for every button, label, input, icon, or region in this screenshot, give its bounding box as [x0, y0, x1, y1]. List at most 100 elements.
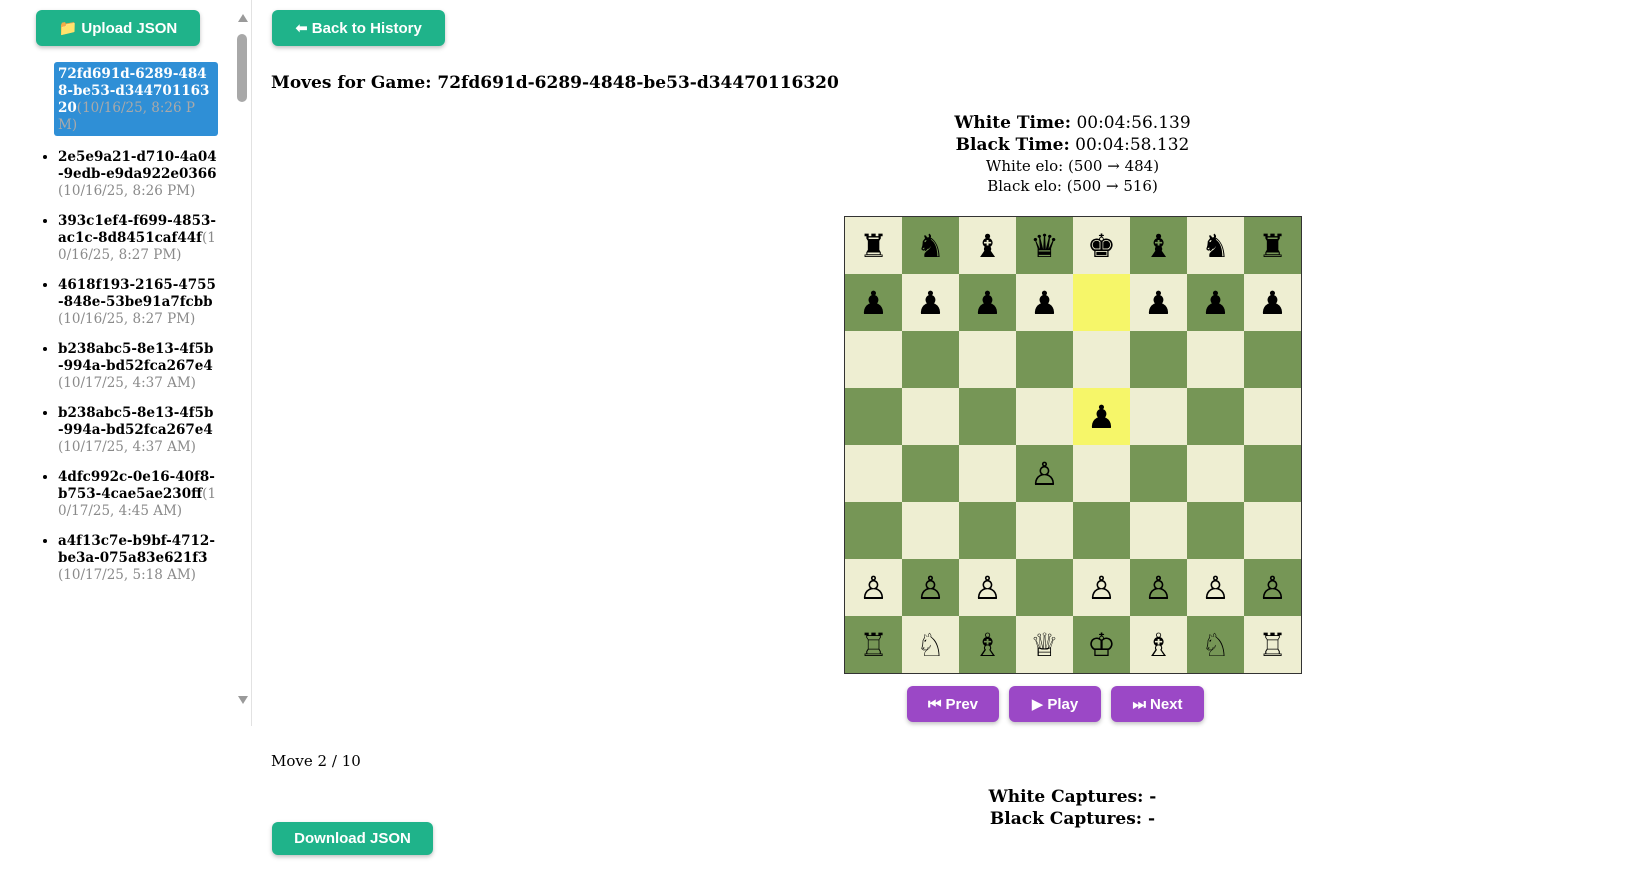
- white-bishop-icon[interactable]: ♗: [1144, 629, 1173, 661]
- black-pawn-icon[interactable]: ♟: [1258, 287, 1287, 319]
- upload-json-button[interactable]: 📁 Upload JSON: [36, 10, 200, 46]
- board-square[interactable]: ♟: [1244, 274, 1301, 331]
- board-square[interactable]: [1016, 559, 1073, 616]
- board-square[interactable]: [902, 502, 959, 559]
- back-to-history-button[interactable]: ⬅ Back to History: [272, 10, 445, 46]
- board-square[interactable]: [1130, 502, 1187, 559]
- white-bishop-icon[interactable]: ♗: [973, 629, 1002, 661]
- black-bishop-icon[interactable]: ♝: [1144, 230, 1173, 262]
- black-king-icon[interactable]: ♚: [1087, 230, 1116, 262]
- white-pawn-icon[interactable]: ♙: [1201, 572, 1230, 604]
- white-pawn-icon[interactable]: ♙: [1144, 572, 1173, 604]
- white-pawn-icon[interactable]: ♙: [1087, 572, 1116, 604]
- board-square[interactable]: [1130, 388, 1187, 445]
- board-square[interactable]: [902, 388, 959, 445]
- board-square[interactable]: ♙: [1130, 559, 1187, 616]
- board-square[interactable]: [1187, 388, 1244, 445]
- white-queen-icon[interactable]: ♕: [1030, 629, 1059, 661]
- board-square[interactable]: ♟: [902, 274, 959, 331]
- board-square[interactable]: ♟: [845, 274, 902, 331]
- white-pawn-icon[interactable]: ♙: [916, 572, 945, 604]
- board-square[interactable]: [1073, 445, 1130, 502]
- board-square[interactable]: ♞: [902, 217, 959, 274]
- scroll-thumb[interactable]: [237, 34, 247, 102]
- board-square[interactable]: ♙: [1016, 445, 1073, 502]
- board-square[interactable]: ♘: [902, 616, 959, 673]
- black-pawn-icon[interactable]: ♟: [1087, 401, 1116, 433]
- board-square[interactable]: ♝: [959, 217, 1016, 274]
- board-square[interactable]: [1244, 388, 1301, 445]
- board-square[interactable]: [845, 331, 902, 388]
- black-knight-icon[interactable]: ♞: [1201, 230, 1230, 262]
- next-button[interactable]: ⏭ Next: [1111, 686, 1204, 722]
- black-rook-icon[interactable]: ♜: [1258, 230, 1287, 262]
- board-square[interactable]: [1244, 331, 1301, 388]
- black-bishop-icon[interactable]: ♝: [973, 230, 1002, 262]
- board-square[interactable]: [1073, 274, 1130, 331]
- chess-board[interactable]: ♜ ♞ ♝ ♛ ♚ ♝ ♞ ♜ ♟ ♟ ♟ ♟ ♟ ♟ ♟ ♟ ♙ ♙ ♙ ♙ ♙ ♙ ♙ ♙ ♖ ♘ ♗ ♕ ♔ ♗ ♘ ♖: [844, 216, 1302, 674]
- black-pawn-icon[interactable]: ♟: [859, 287, 888, 319]
- board-square[interactable]: ♜: [845, 217, 902, 274]
- board-square[interactable]: ♟: [1187, 274, 1244, 331]
- board-square[interactable]: ♙: [1187, 559, 1244, 616]
- black-pawn-icon[interactable]: ♟: [973, 287, 1002, 319]
- board-square[interactable]: ♗: [1130, 616, 1187, 673]
- board-square[interactable]: [1244, 502, 1301, 559]
- board-square[interactable]: ♜: [1244, 217, 1301, 274]
- black-pawn-icon[interactable]: ♟: [1201, 287, 1230, 319]
- white-king-icon[interactable]: ♔: [1087, 629, 1116, 661]
- board-square[interactable]: ♙: [1073, 559, 1130, 616]
- board-square[interactable]: ♚: [1073, 217, 1130, 274]
- board-square[interactable]: [959, 445, 1016, 502]
- white-pawn-icon[interactable]: ♙: [973, 572, 1002, 604]
- black-queen-icon[interactable]: ♛: [1030, 230, 1059, 262]
- game-list-item[interactable]: 4618f193-2165-4755-848e-53be91a7fcbb(10/…: [58, 277, 218, 328]
- board-square[interactable]: [1073, 502, 1130, 559]
- board-square[interactable]: [1016, 502, 1073, 559]
- scrollbar[interactable]: [235, 12, 251, 714]
- play-button[interactable]: ▶ Play: [1009, 686, 1101, 722]
- board-square[interactable]: ♙: [1244, 559, 1301, 616]
- black-pawn-icon[interactable]: ♟: [1030, 287, 1059, 319]
- black-pawn-icon[interactable]: ♟: [916, 287, 945, 319]
- scroll-down-arrow-icon[interactable]: [238, 696, 248, 704]
- white-pawn-icon[interactable]: ♙: [1030, 458, 1059, 490]
- black-knight-icon[interactable]: ♞: [916, 230, 945, 262]
- game-list-item[interactable]: 2e5e9a21-d710-4a04-9edb-e9da922e0366(10/…: [58, 149, 218, 200]
- board-square[interactable]: ♟: [959, 274, 1016, 331]
- prev-button[interactable]: ⏮ Prev: [907, 686, 999, 722]
- game-list-item[interactable]: 72fd691d-6289-4848-be53-d34470116320(10/…: [54, 62, 218, 136]
- white-rook-icon[interactable]: ♖: [1258, 629, 1287, 661]
- white-pawn-icon[interactable]: ♙: [859, 572, 888, 604]
- board-square[interactable]: ♙: [902, 559, 959, 616]
- board-square[interactable]: [845, 388, 902, 445]
- white-knight-icon[interactable]: ♘: [1201, 629, 1230, 661]
- board-square[interactable]: [845, 502, 902, 559]
- board-square[interactable]: ♕: [1016, 616, 1073, 673]
- board-square[interactable]: [902, 445, 959, 502]
- board-square[interactable]: [1187, 445, 1244, 502]
- game-list-item[interactable]: b238abc5-8e13-4f5b-994a-bd52fca267e4(10/…: [58, 405, 218, 456]
- board-square[interactable]: [1187, 331, 1244, 388]
- board-square[interactable]: ♞: [1187, 217, 1244, 274]
- board-square[interactable]: [1016, 331, 1073, 388]
- board-square[interactable]: [902, 331, 959, 388]
- board-square[interactable]: [1244, 445, 1301, 502]
- board-square[interactable]: [1187, 502, 1244, 559]
- black-rook-icon[interactable]: ♜: [859, 230, 888, 262]
- board-square[interactable]: ♘: [1187, 616, 1244, 673]
- board-square[interactable]: ♛: [1016, 217, 1073, 274]
- board-square[interactable]: ♔: [1073, 616, 1130, 673]
- scroll-up-arrow-icon[interactable]: [238, 14, 248, 22]
- game-list-item[interactable]: b238abc5-8e13-4f5b-994a-bd52fca267e4(10/…: [58, 341, 218, 392]
- board-square[interactable]: ♟: [1130, 274, 1187, 331]
- board-square[interactable]: ♗: [959, 616, 1016, 673]
- game-list-item[interactable]: a4f13c7e-b9bf-4712-be3a-075a83e621f3(10/…: [58, 533, 218, 584]
- board-square[interactable]: [1016, 388, 1073, 445]
- download-json-button[interactable]: Download JSON: [272, 822, 433, 855]
- board-square[interactable]: [959, 388, 1016, 445]
- board-square[interactable]: ♖: [845, 616, 902, 673]
- board-square[interactable]: [1073, 331, 1130, 388]
- board-square[interactable]: ♟: [1016, 274, 1073, 331]
- board-square[interactable]: [1130, 331, 1187, 388]
